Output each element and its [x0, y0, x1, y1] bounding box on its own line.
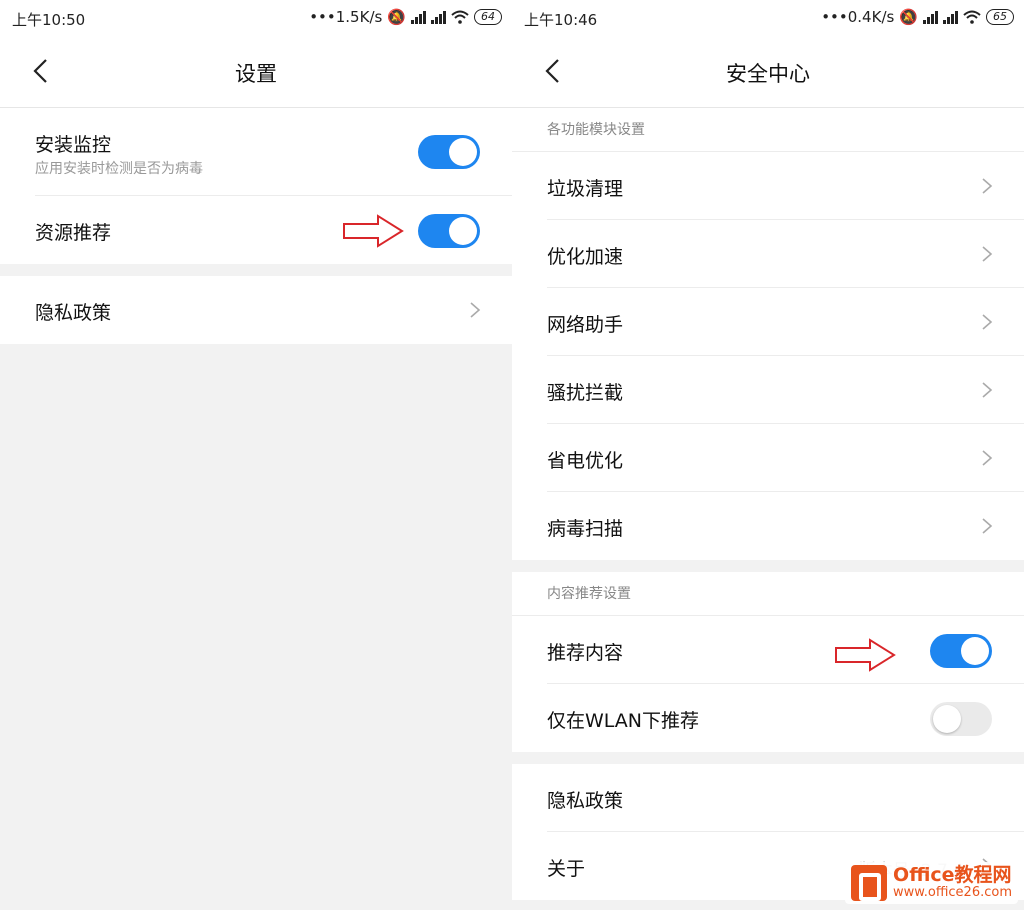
battery-icon: 65: [986, 9, 1014, 25]
recommend-content-label: 推荐内容: [547, 642, 624, 664]
resource-recommend-toggle[interactable]: [418, 214, 480, 248]
privacy-section: 隐私政策: [0, 276, 512, 344]
module-row-virus[interactable]: 病毒扫描: [547, 492, 1024, 560]
red-arrow-annotation: [835, 638, 896, 672]
privacy-policy-label: 隐私政策: [35, 302, 112, 324]
module-label: 网络助手: [547, 314, 624, 336]
module-label: 优化加速: [547, 246, 624, 268]
install-monitor-toggle[interactable]: [418, 135, 480, 169]
privacy-policy-row[interactable]: 隐私政策: [547, 764, 1024, 832]
page-title: 安全中心: [726, 62, 810, 86]
security-center-screen: 上午10:46 •••0.4K/s 🔕 65 安全中心 各功能模块设置 垃圾清理…: [512, 0, 1024, 910]
mute-icon: 🔕: [387, 8, 406, 26]
chevron-right-icon: [982, 178, 993, 194]
wlan-only-label: 仅在WLAN下推荐: [547, 710, 700, 732]
signal-icon: [431, 10, 446, 24]
install-monitor-label: 安装监控: [35, 134, 112, 156]
modules-section-header: 各功能模块设置: [512, 108, 1024, 152]
module-row-block[interactable]: 骚扰拦截: [547, 356, 1024, 424]
status-bar: 上午10:46 •••0.4K/s 🔕 65: [512, 0, 1024, 36]
privacy-policy-label: 隐私政策: [547, 790, 624, 812]
header: 安全中心: [512, 36, 1024, 108]
resource-recommend-label: 资源推荐: [35, 222, 112, 244]
chevron-right-icon: [982, 450, 993, 466]
signal-icon: [411, 10, 426, 24]
wlan-only-toggle[interactable]: [930, 702, 992, 736]
resource-recommend-row[interactable]: 资源推荐: [35, 196, 512, 264]
watermark-name: Office教程网: [893, 864, 1012, 887]
content-section-header: 内容推荐设置: [512, 572, 1024, 616]
battery-icon: 64: [474, 9, 502, 25]
header: 设置: [0, 36, 512, 108]
settings-section: 安装监控 应用安装时检测是否为病毒 资源推荐: [0, 108, 512, 264]
status-time: 上午10:50: [12, 11, 86, 29]
content-section: 内容推荐设置 推荐内容 仅在WLAN下推荐: [512, 572, 1024, 752]
install-monitor-row[interactable]: 安装监控 应用安装时检测是否为病毒: [35, 108, 512, 196]
module-label: 垃圾清理: [547, 178, 624, 200]
status-speed: •••1.5K/s: [309, 8, 383, 26]
watermark-url: www.office26.com: [893, 885, 1012, 901]
signal-icon: [943, 10, 958, 24]
watermark: Office教程网 www.office26.com: [845, 862, 1018, 904]
office-logo-icon: [851, 865, 888, 901]
status-bar: 上午10:50 •••1.5K/s 🔕 64: [0, 0, 512, 36]
recommend-content-toggle[interactable]: [930, 634, 992, 668]
status-time: 上午10:46: [524, 11, 598, 29]
chevron-right-icon: [470, 302, 481, 318]
status-icons: •••1.5K/s 🔕 64: [309, 8, 502, 26]
settings-screen: 上午10:50 •••1.5K/s 🔕 64 设置 安装监控 应用安装时检测是否…: [0, 0, 512, 910]
chevron-right-icon: [982, 518, 993, 534]
status-speed: •••0.4K/s: [821, 8, 895, 26]
module-row-cleanup[interactable]: 垃圾清理: [547, 152, 1024, 220]
install-monitor-description: 应用安装时检测是否为病毒: [35, 161, 203, 177]
red-arrow-annotation: [343, 214, 404, 248]
privacy-policy-row[interactable]: 隐私政策: [35, 276, 512, 344]
module-row-power[interactable]: 省电优化: [547, 424, 1024, 492]
chevron-right-icon: [982, 246, 993, 262]
module-label: 骚扰拦截: [547, 382, 624, 404]
wifi-icon: [451, 10, 469, 24]
module-label: 省电优化: [547, 450, 624, 472]
signal-icon: [923, 10, 938, 24]
about-label: 关于: [547, 858, 586, 880]
recommend-content-row[interactable]: 推荐内容: [547, 616, 1024, 684]
module-label: 病毒扫描: [547, 518, 624, 540]
page-title: 设置: [235, 62, 277, 86]
module-row-network[interactable]: 网络助手: [547, 288, 1024, 356]
status-icons: •••0.4K/s 🔕 65: [821, 8, 1014, 26]
chevron-right-icon: [982, 382, 993, 398]
modules-section: 各功能模块设置 垃圾清理 优化加速 网络助手 骚扰拦截 省电优化 病毒扫描: [512, 108, 1024, 560]
wifi-icon: [963, 10, 981, 24]
chevron-right-icon: [982, 314, 993, 330]
module-row-speedup[interactable]: 优化加速: [547, 220, 1024, 288]
wlan-only-row[interactable]: 仅在WLAN下推荐: [547, 684, 1024, 752]
mute-icon: 🔕: [899, 8, 918, 26]
